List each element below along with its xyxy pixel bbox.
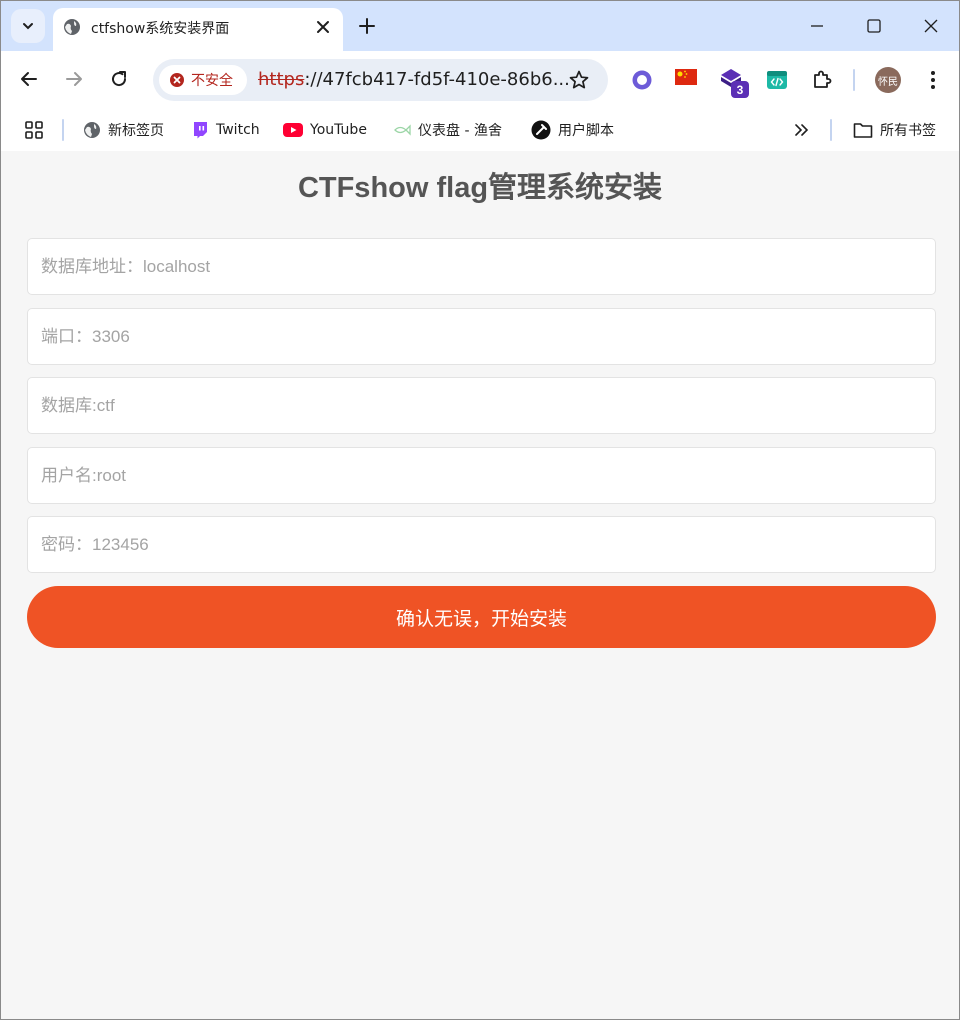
all-bookmarks-label: 所有书签	[880, 123, 936, 139]
active-tab[interactable]: ctfshow系统安装界面	[53, 8, 343, 51]
bookmarks-bar: 新标签页 Twitch YouTube 仪表盘 - 渔舍 用户脚本 所有书签	[1, 109, 959, 151]
tab-strip: ctfshow系统安装界面	[1, 1, 959, 51]
close-window-icon[interactable]	[923, 18, 939, 34]
maximize-icon[interactable]	[866, 18, 882, 34]
reload-icon[interactable]	[109, 69, 129, 89]
more-bookmarks-icon[interactable]	[793, 117, 809, 143]
bookmark-label: 仪表盘 - 渔舍	[418, 123, 502, 139]
install-button[interactable]: 确认无误，开始安装	[27, 586, 936, 648]
security-chip[interactable]: 不安全	[159, 65, 247, 95]
bookmark-label: 新标签页	[108, 123, 164, 139]
page-title: CTFshow flag管理系统安装	[297, 172, 663, 204]
bookmarks-divider	[62, 119, 64, 141]
db-name-input[interactable]	[27, 377, 936, 434]
extension-badge-icon[interactable]: 3	[719, 67, 753, 99]
folder-icon	[853, 123, 873, 138]
bookmark-label: 用户脚本	[558, 123, 614, 139]
toolbar-divider	[853, 69, 855, 91]
security-label: 不安全	[191, 73, 233, 89]
new-tab-icon[interactable]	[357, 16, 377, 36]
extension-circle-icon[interactable]	[631, 69, 653, 91]
apps-grid-icon[interactable]	[25, 117, 43, 143]
extensions-puzzle-icon[interactable]	[811, 69, 833, 91]
forward-arrow-icon[interactable]	[64, 69, 84, 89]
bookmarks-divider	[830, 119, 832, 141]
all-bookmarks[interactable]: 所有书签	[853, 117, 936, 143]
profile-avatar[interactable]: 怀民	[875, 67, 901, 93]
bookmark-youtube[interactable]: YouTube	[283, 117, 367, 143]
close-tab-icon[interactable]	[315, 19, 331, 35]
back-arrow-icon[interactable]	[19, 69, 39, 89]
chevron-down-icon	[23, 23, 33, 30]
bookmark-star-icon[interactable]	[568, 69, 590, 91]
db-password-input[interactable]	[27, 516, 936, 573]
globe-icon	[84, 122, 100, 138]
url-scheme: https	[258, 69, 305, 90]
db-host-input[interactable]	[27, 238, 936, 295]
tab-title: ctfshow系统安装界面	[91, 21, 230, 37]
globe-icon	[63, 18, 81, 36]
more-menu-icon[interactable]	[922, 69, 944, 91]
youtube-icon	[283, 123, 303, 137]
bookmark-dashboard[interactable]: 仪表盘 - 渔舍	[393, 117, 502, 143]
china-flag-icon[interactable]	[675, 69, 697, 85]
bookmark-label: YouTube	[310, 122, 367, 138]
bookmark-userscripts[interactable]: 用户脚本	[531, 117, 614, 143]
fish-icon	[394, 124, 411, 136]
extension-badge-count: 3	[737, 83, 744, 97]
twitch-icon	[194, 122, 207, 139]
not-secure-icon	[170, 73, 184, 87]
bookmark-new-tab[interactable]: 新标签页	[83, 117, 164, 143]
bookmark-twitch[interactable]: Twitch	[191, 117, 260, 143]
dev-tools-extension-icon[interactable]	[766, 69, 788, 91]
minimize-icon[interactable]	[809, 18, 825, 34]
userscript-icon	[531, 120, 551, 140]
url-rest: ://47fcb417-fd5f-410e-86b6...	[304, 69, 570, 90]
browser-toolbar: 不安全 https://47fcb417-fd5f-410e-86b6... 3	[1, 51, 959, 109]
tab-search-button[interactable]	[11, 9, 45, 43]
address-bar[interactable]: 不安全 https://47fcb417-fd5f-410e-86b6...	[153, 59, 608, 101]
db-username-input[interactable]	[27, 447, 936, 504]
bookmark-label: Twitch	[216, 122, 260, 138]
url-text: https://47fcb417-fd5f-410e-86b6...	[258, 69, 570, 90]
db-port-input[interactable]	[27, 308, 936, 365]
